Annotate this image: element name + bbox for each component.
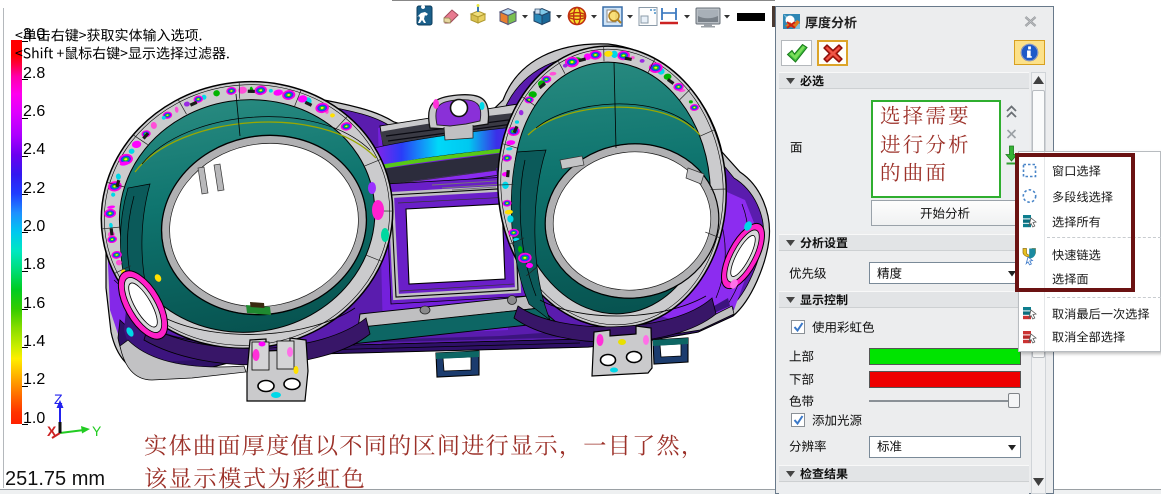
svg-text:X: X	[47, 423, 57, 439]
svg-text:Y: Y	[92, 423, 102, 439]
svg-text:Z: Z	[54, 392, 63, 407]
